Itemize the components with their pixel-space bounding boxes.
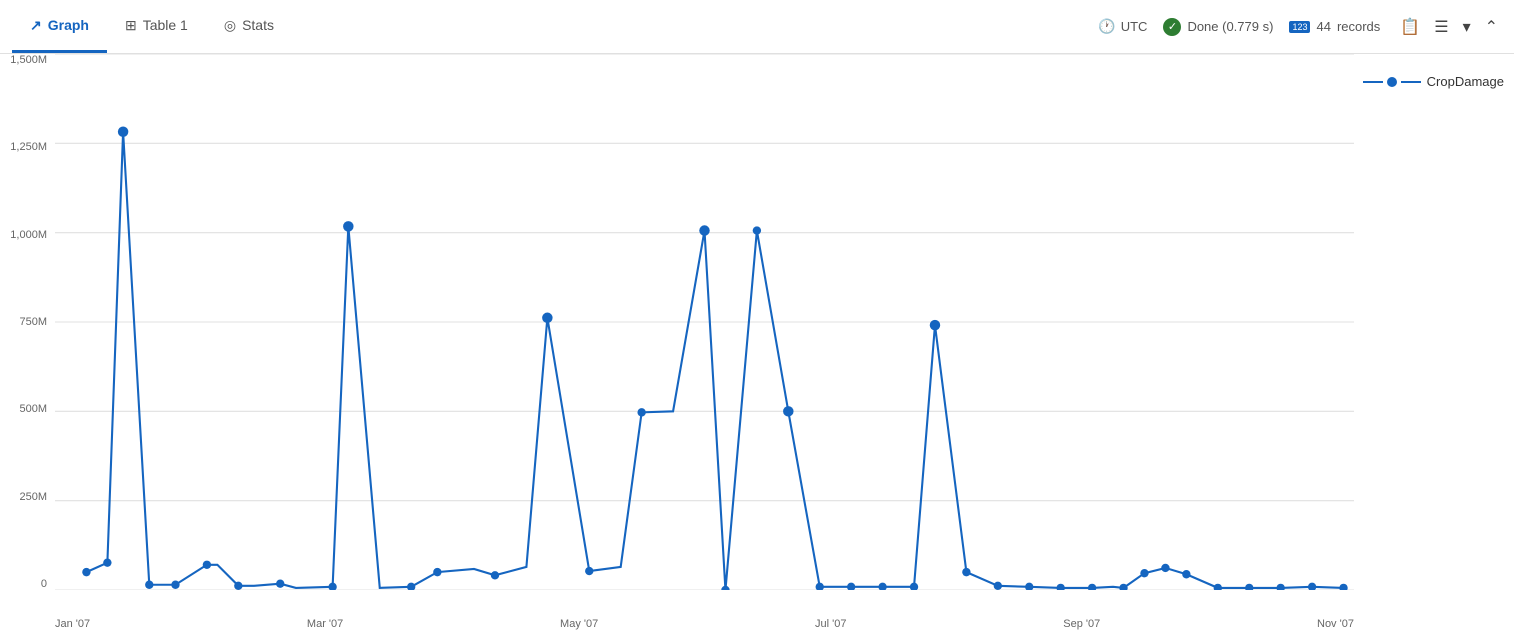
y-label-1250: 1,250M bbox=[0, 141, 55, 153]
dot bbox=[878, 583, 886, 590]
records-badge: 123 44 records bbox=[1289, 19, 1380, 34]
y-label-1500: 1,500M bbox=[0, 54, 55, 66]
chart-container: 0 250M 500M 750M 1,000M 1,250M 1,500M Cr… bbox=[0, 54, 1514, 630]
y-label-250: 250M bbox=[0, 491, 55, 503]
dot bbox=[203, 561, 211, 569]
dot-peak3 bbox=[542, 313, 552, 324]
dot bbox=[1161, 564, 1169, 572]
legend: CropDamage bbox=[1363, 74, 1504, 89]
tab-table1[interactable]: ⊞ Table 1 bbox=[107, 0, 206, 53]
dot bbox=[585, 567, 593, 575]
records-icon: 123 bbox=[1289, 21, 1310, 33]
dot bbox=[994, 582, 1002, 590]
x-label-jul: Jul '07 bbox=[815, 618, 846, 630]
dot bbox=[103, 558, 111, 566]
y-label-1000: 1,000M bbox=[0, 229, 55, 241]
utc-status: 🕐 UTC bbox=[1098, 18, 1147, 35]
records-count: 44 bbox=[1316, 19, 1330, 34]
dot bbox=[1140, 569, 1148, 577]
dot bbox=[1182, 570, 1190, 578]
x-label-mar: Mar '07 bbox=[307, 618, 343, 630]
dot bbox=[1245, 584, 1253, 590]
dot bbox=[171, 581, 179, 589]
dot bbox=[1214, 584, 1222, 590]
toolbar: ↗ Graph ⊞ Table 1 ◎ Stats 🕐 UTC ✓ Done (… bbox=[0, 0, 1514, 54]
dot bbox=[407, 583, 415, 590]
dot-peak4 bbox=[699, 225, 709, 236]
dot bbox=[962, 568, 970, 576]
tab-stats[interactable]: ◎ Stats bbox=[206, 0, 292, 53]
dot-peak5 bbox=[783, 406, 793, 417]
dot bbox=[1339, 584, 1347, 590]
chart-line bbox=[86, 132, 1343, 590]
dot-peak2 bbox=[343, 221, 353, 232]
chart-svg bbox=[55, 54, 1354, 590]
x-label-jan: Jan '07 bbox=[55, 618, 90, 630]
legend-dot bbox=[1387, 77, 1397, 87]
tab-graph-label: Graph bbox=[48, 17, 89, 33]
x-axis: Jan '07 Mar '07 May '07 Jul '07 Sep '07 … bbox=[55, 618, 1354, 630]
dot bbox=[328, 583, 336, 590]
dot bbox=[1088, 584, 1096, 590]
records-label: records bbox=[1337, 19, 1380, 34]
dot bbox=[1025, 583, 1033, 590]
x-label-nov: Nov '07 bbox=[1317, 618, 1354, 630]
dot bbox=[145, 581, 153, 589]
legend-label: CropDamage bbox=[1427, 74, 1504, 89]
tab-stats-label: Stats bbox=[242, 17, 274, 33]
dot bbox=[1056, 584, 1064, 590]
dropdown-button[interactable]: ▾ bbox=[1459, 13, 1475, 41]
dot bbox=[637, 408, 645, 416]
utc-label: UTC bbox=[1121, 19, 1148, 34]
toolbar-right: 🕐 UTC ✓ Done (0.779 s) 123 44 records 📋 … bbox=[1098, 13, 1502, 41]
x-label-may: May '07 bbox=[560, 618, 598, 630]
done-label: Done (0.779 s) bbox=[1187, 19, 1273, 34]
clipboard-button[interactable]: 📋 bbox=[1396, 13, 1424, 41]
y-label-0: 0 bbox=[0, 578, 55, 590]
tab-table-label: Table 1 bbox=[143, 17, 188, 33]
dot bbox=[1308, 583, 1316, 590]
dot bbox=[721, 586, 729, 590]
dot bbox=[433, 568, 441, 576]
dot-peak6 bbox=[930, 320, 940, 331]
graph-icon: ↗ bbox=[30, 17, 42, 34]
done-status: ✓ Done (0.779 s) bbox=[1163, 18, 1273, 36]
dot bbox=[276, 579, 284, 587]
y-axis: 0 250M 500M 750M 1,000M 1,250M 1,500M bbox=[0, 54, 55, 590]
dot bbox=[753, 226, 761, 234]
y-label-750: 750M bbox=[0, 316, 55, 328]
dot bbox=[910, 583, 918, 590]
columns-button[interactable]: ☰ bbox=[1430, 13, 1452, 41]
y-label-500: 500M bbox=[0, 403, 55, 415]
dot bbox=[1276, 584, 1284, 590]
legend-line2 bbox=[1401, 81, 1421, 83]
dot bbox=[847, 583, 855, 590]
table-icon: ⊞ bbox=[125, 17, 137, 34]
dot bbox=[491, 571, 499, 579]
toolbar-actions: 📋 ☰ ▾ ⌃ bbox=[1396, 13, 1502, 41]
dot bbox=[816, 583, 824, 590]
dot bbox=[234, 582, 242, 590]
x-label-sep: Sep '07 bbox=[1063, 618, 1100, 630]
legend-line bbox=[1363, 81, 1383, 83]
clock-icon: 🕐 bbox=[1098, 18, 1115, 35]
stats-icon: ◎ bbox=[224, 17, 236, 34]
checkmark-icon: ✓ bbox=[1163, 18, 1181, 36]
dot bbox=[82, 568, 90, 576]
dot-peak1 bbox=[118, 127, 128, 138]
collapse-button[interactable]: ⌃ bbox=[1481, 13, 1502, 41]
tab-graph[interactable]: ↗ Graph bbox=[12, 0, 107, 53]
